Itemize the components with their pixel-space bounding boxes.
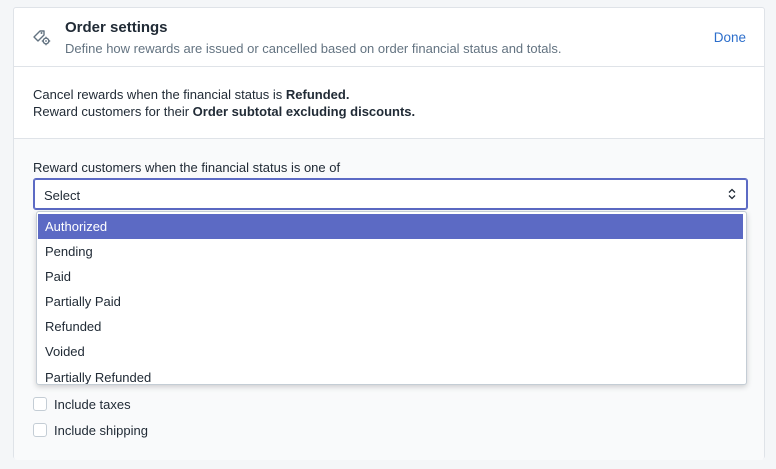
option-pending[interactable]: Pending (38, 239, 743, 264)
include-shipping-label: Include shipping (54, 423, 148, 438)
cancel-rewards-summary: Cancel rewards when the financial status… (33, 87, 349, 102)
select-arrows-icon (727, 187, 737, 201)
include-shipping-checkbox[interactable] (33, 423, 47, 437)
cancel-rewards-text: Cancel rewards when the financial status… (33, 87, 286, 102)
page-subtitle: Define how rewards are issued or cancell… (65, 41, 562, 56)
financial-status-select[interactable]: Select (33, 178, 748, 210)
cancel-rewards-status: Refunded. (285, 87, 350, 102)
financial-status-label: Reward customers when the financial stat… (33, 160, 341, 175)
page-title: Order settings (65, 19, 168, 36)
reward-basis-value: Order subtotal excluding discounts. (192, 104, 416, 119)
option-partially-refunded[interactable]: Partially Refunded (38, 365, 743, 384)
card-header: Order settings Define how rewards are is… (14, 8, 764, 67)
option-partially-paid[interactable]: Partially Paid (38, 289, 743, 314)
reward-basis-text: Reward customers for their (33, 104, 193, 119)
option-paid[interactable]: Paid (38, 264, 743, 289)
settings-summary: Cancel rewards when the financial status… (14, 67, 764, 139)
done-button[interactable]: Done (714, 30, 746, 45)
financial-status-dropdown: Authorized Pending Paid Partially Paid R… (36, 211, 747, 385)
reward-basis-summary: Reward customers for their Order subtota… (33, 104, 415, 119)
option-refunded[interactable]: Refunded (38, 314, 743, 339)
include-taxes-checkbox[interactable] (33, 397, 47, 411)
option-voided[interactable]: Voided (38, 339, 743, 364)
option-authorized[interactable]: Authorized (38, 214, 743, 239)
tag-gear-icon (31, 26, 53, 48)
select-value: Select (44, 188, 81, 203)
include-taxes-label: Include taxes (54, 397, 131, 412)
